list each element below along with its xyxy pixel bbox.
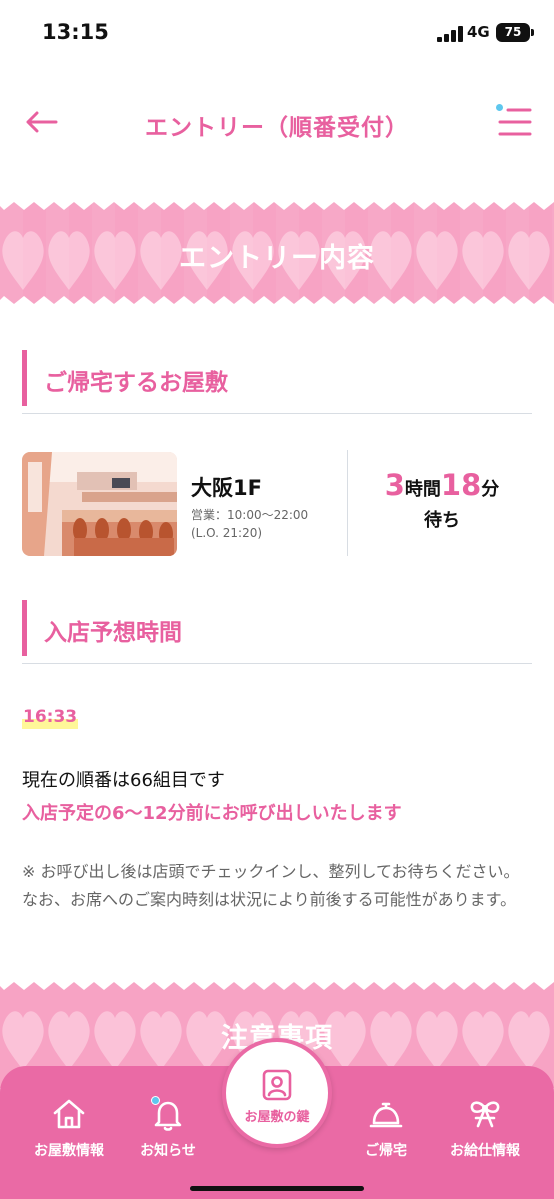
- estimated-entry-time: 16:33: [22, 707, 79, 729]
- nav-label: お知らせ: [140, 1143, 196, 1159]
- nav-item-mansion-info[interactable]: お屋敷情報: [14, 1094, 124, 1160]
- mansion-name: 大阪1F: [191, 476, 262, 500]
- status-bar: 13:15 4G 75: [0, 0, 554, 66]
- nav-item-notifications[interactable]: お知らせ: [113, 1094, 223, 1160]
- wait-hours-value: 3: [384, 468, 405, 502]
- note-text: ※ お呼び出し後は店頭でチェックインし、整列してお待ちください。なお、お席へのご…: [22, 862, 520, 909]
- nav-label: お給仕情報: [450, 1143, 520, 1159]
- signal-icon: [437, 26, 463, 42]
- nav-label: お屋敷情報: [34, 1143, 104, 1159]
- entry-banner: エントリー内容: [0, 198, 554, 308]
- mansion-key-button[interactable]: お屋敷の鍵: [222, 1038, 332, 1148]
- wait-time: 3時間18分 待ち: [352, 468, 532, 532]
- wait-hours-unit: 時間: [404, 479, 441, 500]
- battery-icon: 75: [496, 23, 534, 42]
- notification-dot: [496, 104, 503, 111]
- status-time: 13:15: [42, 20, 109, 44]
- home-indicator: [190, 1186, 364, 1191]
- section-header-mansion: ご帰宅するお屋敷: [22, 350, 532, 414]
- service-bell-icon: [369, 1102, 403, 1128]
- wait-label: 待ち: [424, 510, 460, 531]
- section-accent-bar: [22, 350, 27, 406]
- menu-button[interactable]: [494, 102, 536, 142]
- nav-item-service-info[interactable]: お給仕情報: [430, 1094, 540, 1160]
- nav-label: お屋敷の鍵: [244, 1110, 310, 1125]
- banner-title: エントリー内容: [179, 243, 375, 274]
- bow-icon: [470, 1101, 500, 1128]
- page-title: エントリー（順番受付）: [145, 115, 409, 141]
- section-title: 入店予想時間: [44, 620, 182, 646]
- section-accent-bar: [22, 600, 27, 656]
- notification-dot: [151, 1096, 160, 1105]
- house-icon: [53, 1099, 85, 1129]
- wait-minutes-unit: 分: [481, 479, 500, 500]
- section-header-entry-time: 入店予想時間: [22, 600, 532, 664]
- divider: [347, 450, 348, 556]
- mansion-last-order: (L.O. 21:20): [191, 526, 263, 540]
- nav-item-return-home[interactable]: ご帰宅: [331, 1094, 441, 1160]
- member-card-icon: [262, 1069, 292, 1101]
- call-notice-text: 入店予定の6〜12分前にお呼び出しいたします: [22, 803, 402, 824]
- header: エントリー（順番受付）: [0, 90, 554, 160]
- nav-label: ご帰宅: [365, 1143, 407, 1159]
- mansion-photo: [22, 452, 177, 556]
- wait-minutes-value: 18: [440, 468, 482, 502]
- mansion-hours: 営業：10:00〜22:00: [191, 508, 309, 522]
- mansion-card[interactable]: 大阪1F 営業：10:00〜22:00 (L.O. 21:20) 3時間18分 …: [22, 450, 532, 558]
- network-label: 4G: [467, 23, 490, 41]
- queue-position-text: 現在の順番は66組目です: [22, 770, 225, 791]
- section-title: ご帰宅するお屋敷: [44, 370, 228, 396]
